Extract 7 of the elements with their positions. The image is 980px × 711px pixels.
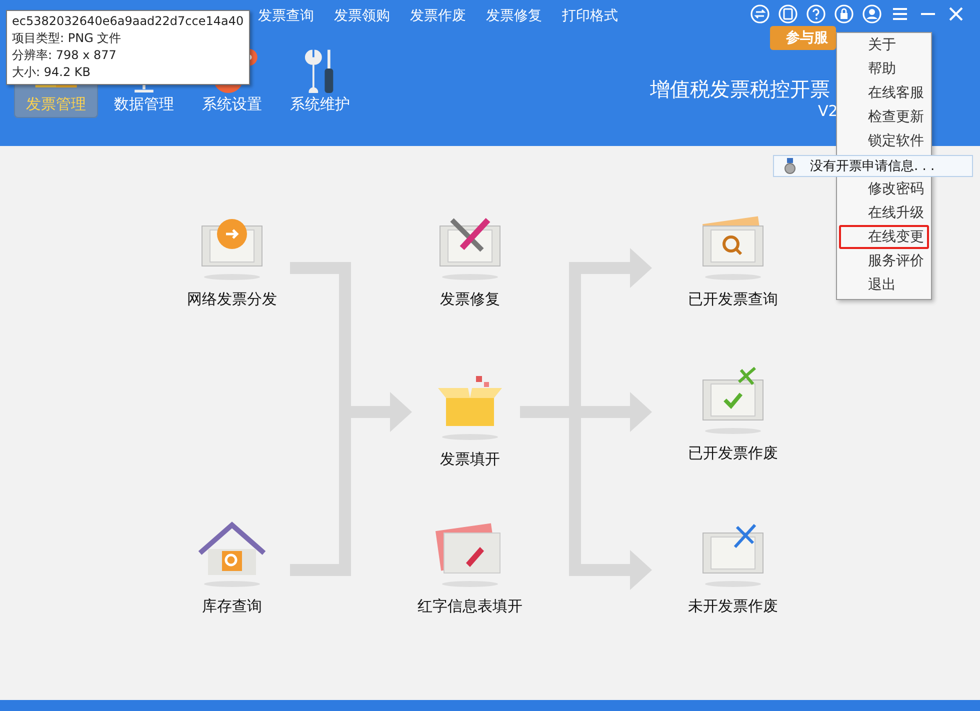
tooltip-line: 大小: 94.2 KB bbox=[12, 64, 92, 81]
version-label: V2 bbox=[818, 102, 838, 120]
app-title: 增值税发票税控开票 bbox=[650, 76, 830, 103]
tooltip-line: ec5382032640e6a9aad22d7cce14a40 bbox=[12, 13, 244, 30]
tooltip-line: 分辨率: 798 x 877 bbox=[12, 47, 118, 64]
tooltip-line: 项目类型: PNG 文件 bbox=[12, 30, 122, 47]
notification-tooltip: 没有开票申请信息. . . bbox=[773, 155, 973, 177]
